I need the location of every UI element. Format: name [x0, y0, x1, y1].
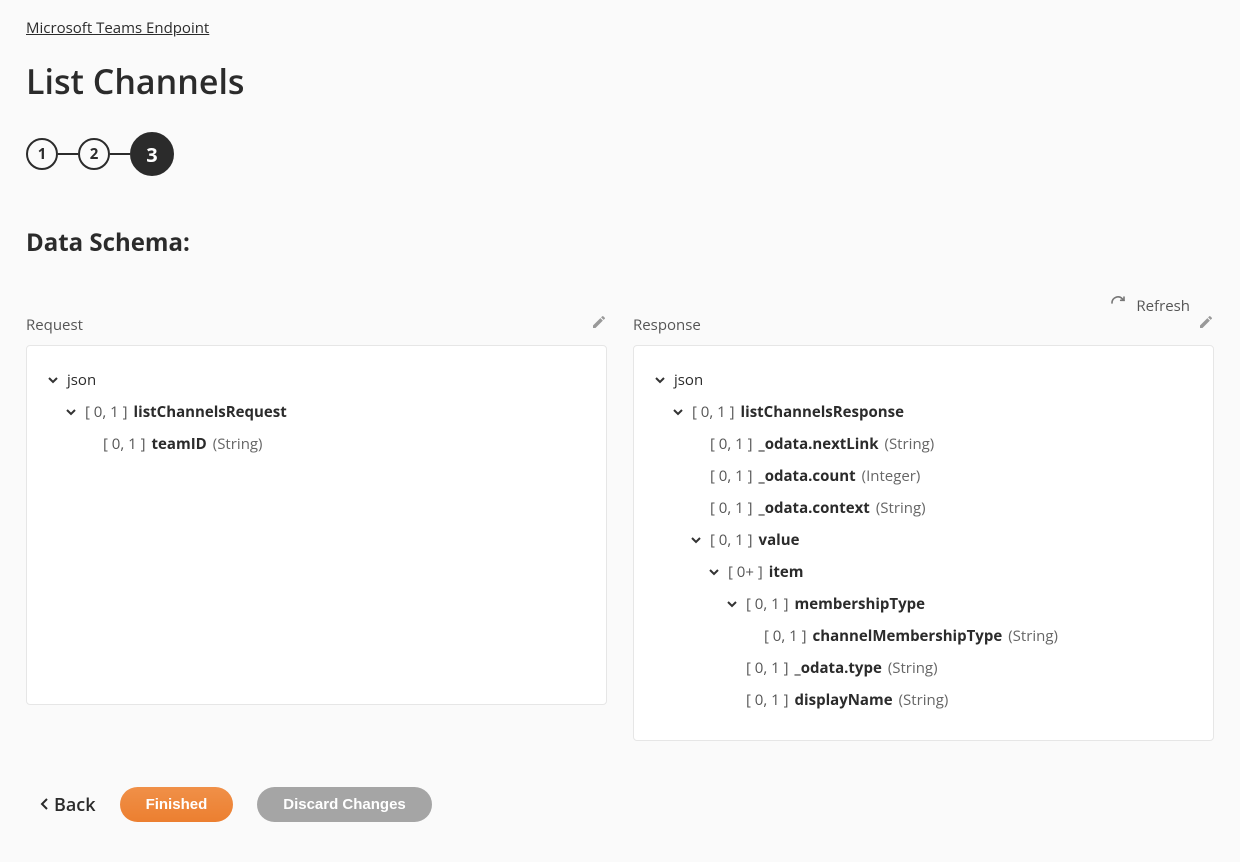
step-1[interactable]: 1	[26, 138, 58, 170]
stepper: 1 2 3	[26, 132, 1214, 176]
tree-node-odata-count[interactable]: [ 0, 1 ] _odata.count (Integer)	[690, 460, 1193, 492]
chevron-down-icon	[672, 406, 686, 418]
cardinality: [ 0, 1 ]	[746, 688, 789, 712]
refresh-icon	[1110, 295, 1126, 316]
pencil-icon	[1198, 315, 1214, 335]
tree-label: teamID	[152, 432, 207, 456]
cardinality: [ 0, 1 ]	[85, 400, 128, 424]
tree-node-json[interactable]: json	[47, 364, 586, 396]
step-2[interactable]: 2	[78, 138, 110, 170]
tree-type: (String)	[888, 656, 938, 680]
request-schema-panel: json [ 0, 1 ] listChannelsRequest	[26, 345, 607, 705]
tree-label: item	[769, 560, 804, 584]
chevron-left-icon	[40, 793, 50, 817]
step-3[interactable]: 3	[130, 132, 174, 176]
tree-node-channelmembershiptype[interactable]: [ 0, 1 ] channelMembershipType (String)	[744, 620, 1193, 652]
tree-type: (String)	[885, 432, 935, 456]
chevron-down-icon	[47, 374, 61, 386]
tree-label: listChannelsResponse	[741, 400, 904, 424]
chevron-down-icon	[65, 406, 79, 418]
tree-node-displayname[interactable]: [ 0, 1 ] displayName (String)	[726, 684, 1193, 716]
cardinality: [ 0, 1 ]	[764, 624, 807, 648]
back-label: Back	[54, 793, 96, 817]
chevron-down-icon	[654, 374, 668, 386]
tree-node-teamid[interactable]: [ 0, 1 ] teamID (String)	[83, 428, 586, 460]
step-connector	[58, 153, 78, 155]
finished-button[interactable]: Finished	[120, 787, 234, 822]
tree-type: (String)	[876, 496, 926, 520]
tree-type: (String)	[899, 688, 949, 712]
tree-node-listchannelsrequest[interactable]: [ 0, 1 ] listChannelsRequest	[65, 396, 586, 428]
tree-node-odata-type[interactable]: [ 0, 1 ] _odata.type (String)	[726, 652, 1193, 684]
chevron-down-icon	[726, 598, 740, 610]
tree-label: displayName	[795, 688, 893, 712]
refresh-label: Refresh	[1136, 296, 1190, 316]
tree-label: json	[674, 368, 703, 392]
tree-type: (String)	[213, 432, 263, 456]
tree-node-listchannelsresponse[interactable]: [ 0, 1 ] listChannelsResponse	[672, 396, 1193, 428]
page-title: List Channels	[26, 58, 1214, 104]
cardinality: [ 0, 1 ]	[692, 400, 735, 424]
tree-node-json[interactable]: json	[654, 364, 1193, 396]
tree-type: (String)	[1008, 624, 1058, 648]
tree-node-value[interactable]: [ 0, 1 ] value	[690, 524, 1193, 556]
tree-label: membershipType	[795, 592, 925, 616]
tree-node-item[interactable]: [ 0+ ] item	[708, 556, 1193, 588]
cardinality: [ 0, 1 ]	[746, 592, 789, 616]
breadcrumb[interactable]: Microsoft Teams Endpoint	[26, 18, 209, 38]
tree-label: _odata.context	[759, 496, 870, 520]
tree-type: (Integer)	[862, 464, 921, 488]
cardinality: [ 0, 1 ]	[103, 432, 146, 456]
pencil-icon	[591, 315, 607, 335]
tree-label: value	[759, 528, 800, 552]
section-title: Data Schema:	[26, 226, 1214, 259]
tree-label: _odata.nextLink	[759, 432, 879, 456]
cardinality: [ 0, 1 ]	[710, 496, 753, 520]
tree-node-odata-context[interactable]: [ 0, 1 ] _odata.context (String)	[690, 492, 1193, 524]
chevron-down-icon	[708, 566, 722, 578]
cardinality: [ 0, 1 ]	[746, 656, 789, 680]
cardinality: [ 0, 1 ]	[710, 432, 753, 456]
tree-label: _odata.count	[759, 464, 856, 488]
back-button[interactable]: Back	[40, 793, 96, 817]
discard-changes-button[interactable]: Discard Changes	[257, 787, 432, 822]
cardinality: [ 0+ ]	[728, 560, 763, 584]
tree-label: channelMembershipType	[813, 624, 1003, 648]
edit-response-button[interactable]	[1198, 314, 1214, 335]
request-column-title: Request	[26, 315, 83, 335]
tree-label: json	[67, 368, 96, 392]
response-column-title: Response	[633, 315, 701, 335]
cardinality: [ 0, 1 ]	[710, 464, 753, 488]
refresh-button[interactable]: Refresh	[1110, 295, 1190, 316]
step-connector	[110, 153, 130, 155]
response-schema-panel: json [ 0, 1 ] listChannelsResponse	[633, 345, 1214, 741]
tree-label: _odata.type	[795, 656, 882, 680]
tree-node-odata-nextlink[interactable]: [ 0, 1 ] _odata.nextLink (String)	[690, 428, 1193, 460]
tree-label: listChannelsRequest	[134, 400, 287, 424]
chevron-down-icon	[690, 534, 704, 546]
cardinality: [ 0, 1 ]	[710, 528, 753, 552]
tree-node-membershiptype[interactable]: [ 0, 1 ] membershipType	[726, 588, 1193, 620]
edit-request-button[interactable]	[591, 314, 607, 335]
